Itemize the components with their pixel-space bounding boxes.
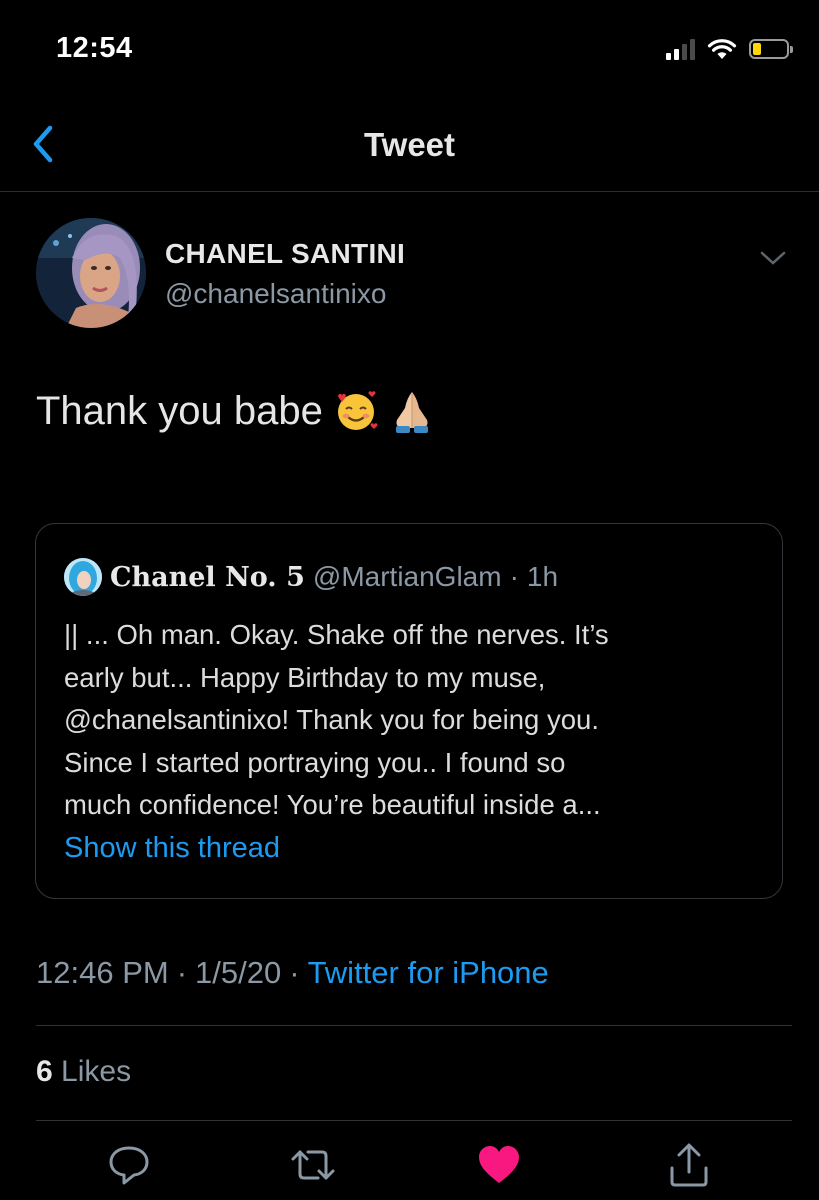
tweet-source-link[interactable]: Twitter for iPhone [308,955,549,991]
tweet-author: CHANEL SANTINI @chanelsantinixo [36,218,796,333]
tweet-meta: 12:46 PM · 1/5/20 · Twitter for iPhone [36,955,549,991]
nav-bar: Tweet [0,100,819,192]
author-name[interactable]: CHANEL SANTINI [165,238,405,270]
more-options-button[interactable] [758,248,788,268]
cellular-signal-icon [666,38,695,60]
tweet-timestamp: 12:46 PM [36,955,169,990]
smiling-face-with-hearts-icon [337,391,378,430]
reply-button[interactable] [104,1140,154,1190]
quoted-tweet-line: early but... Happy Birthday to my muse, [64,661,546,693]
wifi-icon [707,39,737,59]
quoted-tweet-header: Chanel No. 5 @MartianGlam · 1h [64,558,558,596]
quoted-tweet-line: || ... Oh man. Okay. Shake off the nerve… [64,619,609,650]
status-bar: 12:54 [0,0,819,100]
battery-icon [749,39,793,59]
likes-label: Likes [61,1055,132,1088]
quoted-tweet-body: || ... Oh man. Okay. Shake off the nerve… [64,614,764,827]
show-thread-link[interactable]: Show this thread [64,832,280,865]
action-bar [0,1140,819,1196]
tweet-date: 1/5/20 [195,955,282,990]
like-button[interactable] [474,1140,524,1190]
tweet-text-content: Thank you babe [36,388,323,433]
divider [36,1120,792,1121]
author-handle[interactable]: @chanelsantinixo [165,278,386,310]
quoted-avatar-image [64,558,102,596]
quoted-tweet[interactable]: Chanel No. 5 @MartianGlam · 1h || ... Oh… [35,523,783,899]
retweet-button[interactable] [288,1140,338,1190]
chevron-down-icon [760,251,786,265]
avatar-image [36,218,146,328]
meta-separator: · [289,955,300,990]
status-icons [666,38,793,60]
divider [36,1025,792,1026]
likes-row[interactable]: 6 Likes [36,1055,131,1089]
quoted-separator: · [509,561,519,592]
quoted-author-name: Chanel No. 5 [110,561,305,593]
battery-fill [753,43,761,55]
tweet-text: Thank you babe [36,388,435,434]
quoted-tweet-line: Since I started portraying you.. I found… [64,746,566,778]
reply-icon [109,1146,149,1185]
status-time: 12:54 [56,32,133,64]
quoted-author-handle: @MartianGlam [312,561,502,592]
share-button[interactable] [664,1140,714,1190]
quoted-tweet-line: @chanelsantinixo! Thank you for being yo… [64,704,599,735]
like-icon [479,1146,519,1183]
likes-count: 6 [36,1055,53,1088]
quoted-tweet-line: much confidence! You’re beautiful inside… [64,789,601,820]
quoted-tweet-avatar [64,558,102,596]
avatar[interactable] [36,218,146,328]
share-icon [670,1143,708,1187]
retweet-icon [291,1150,335,1180]
meta-separator: · [176,955,188,990]
page-title: Tweet [363,126,456,163]
quoted-tweet-time: 1h [526,561,559,592]
folded-hands-icon [395,392,428,433]
